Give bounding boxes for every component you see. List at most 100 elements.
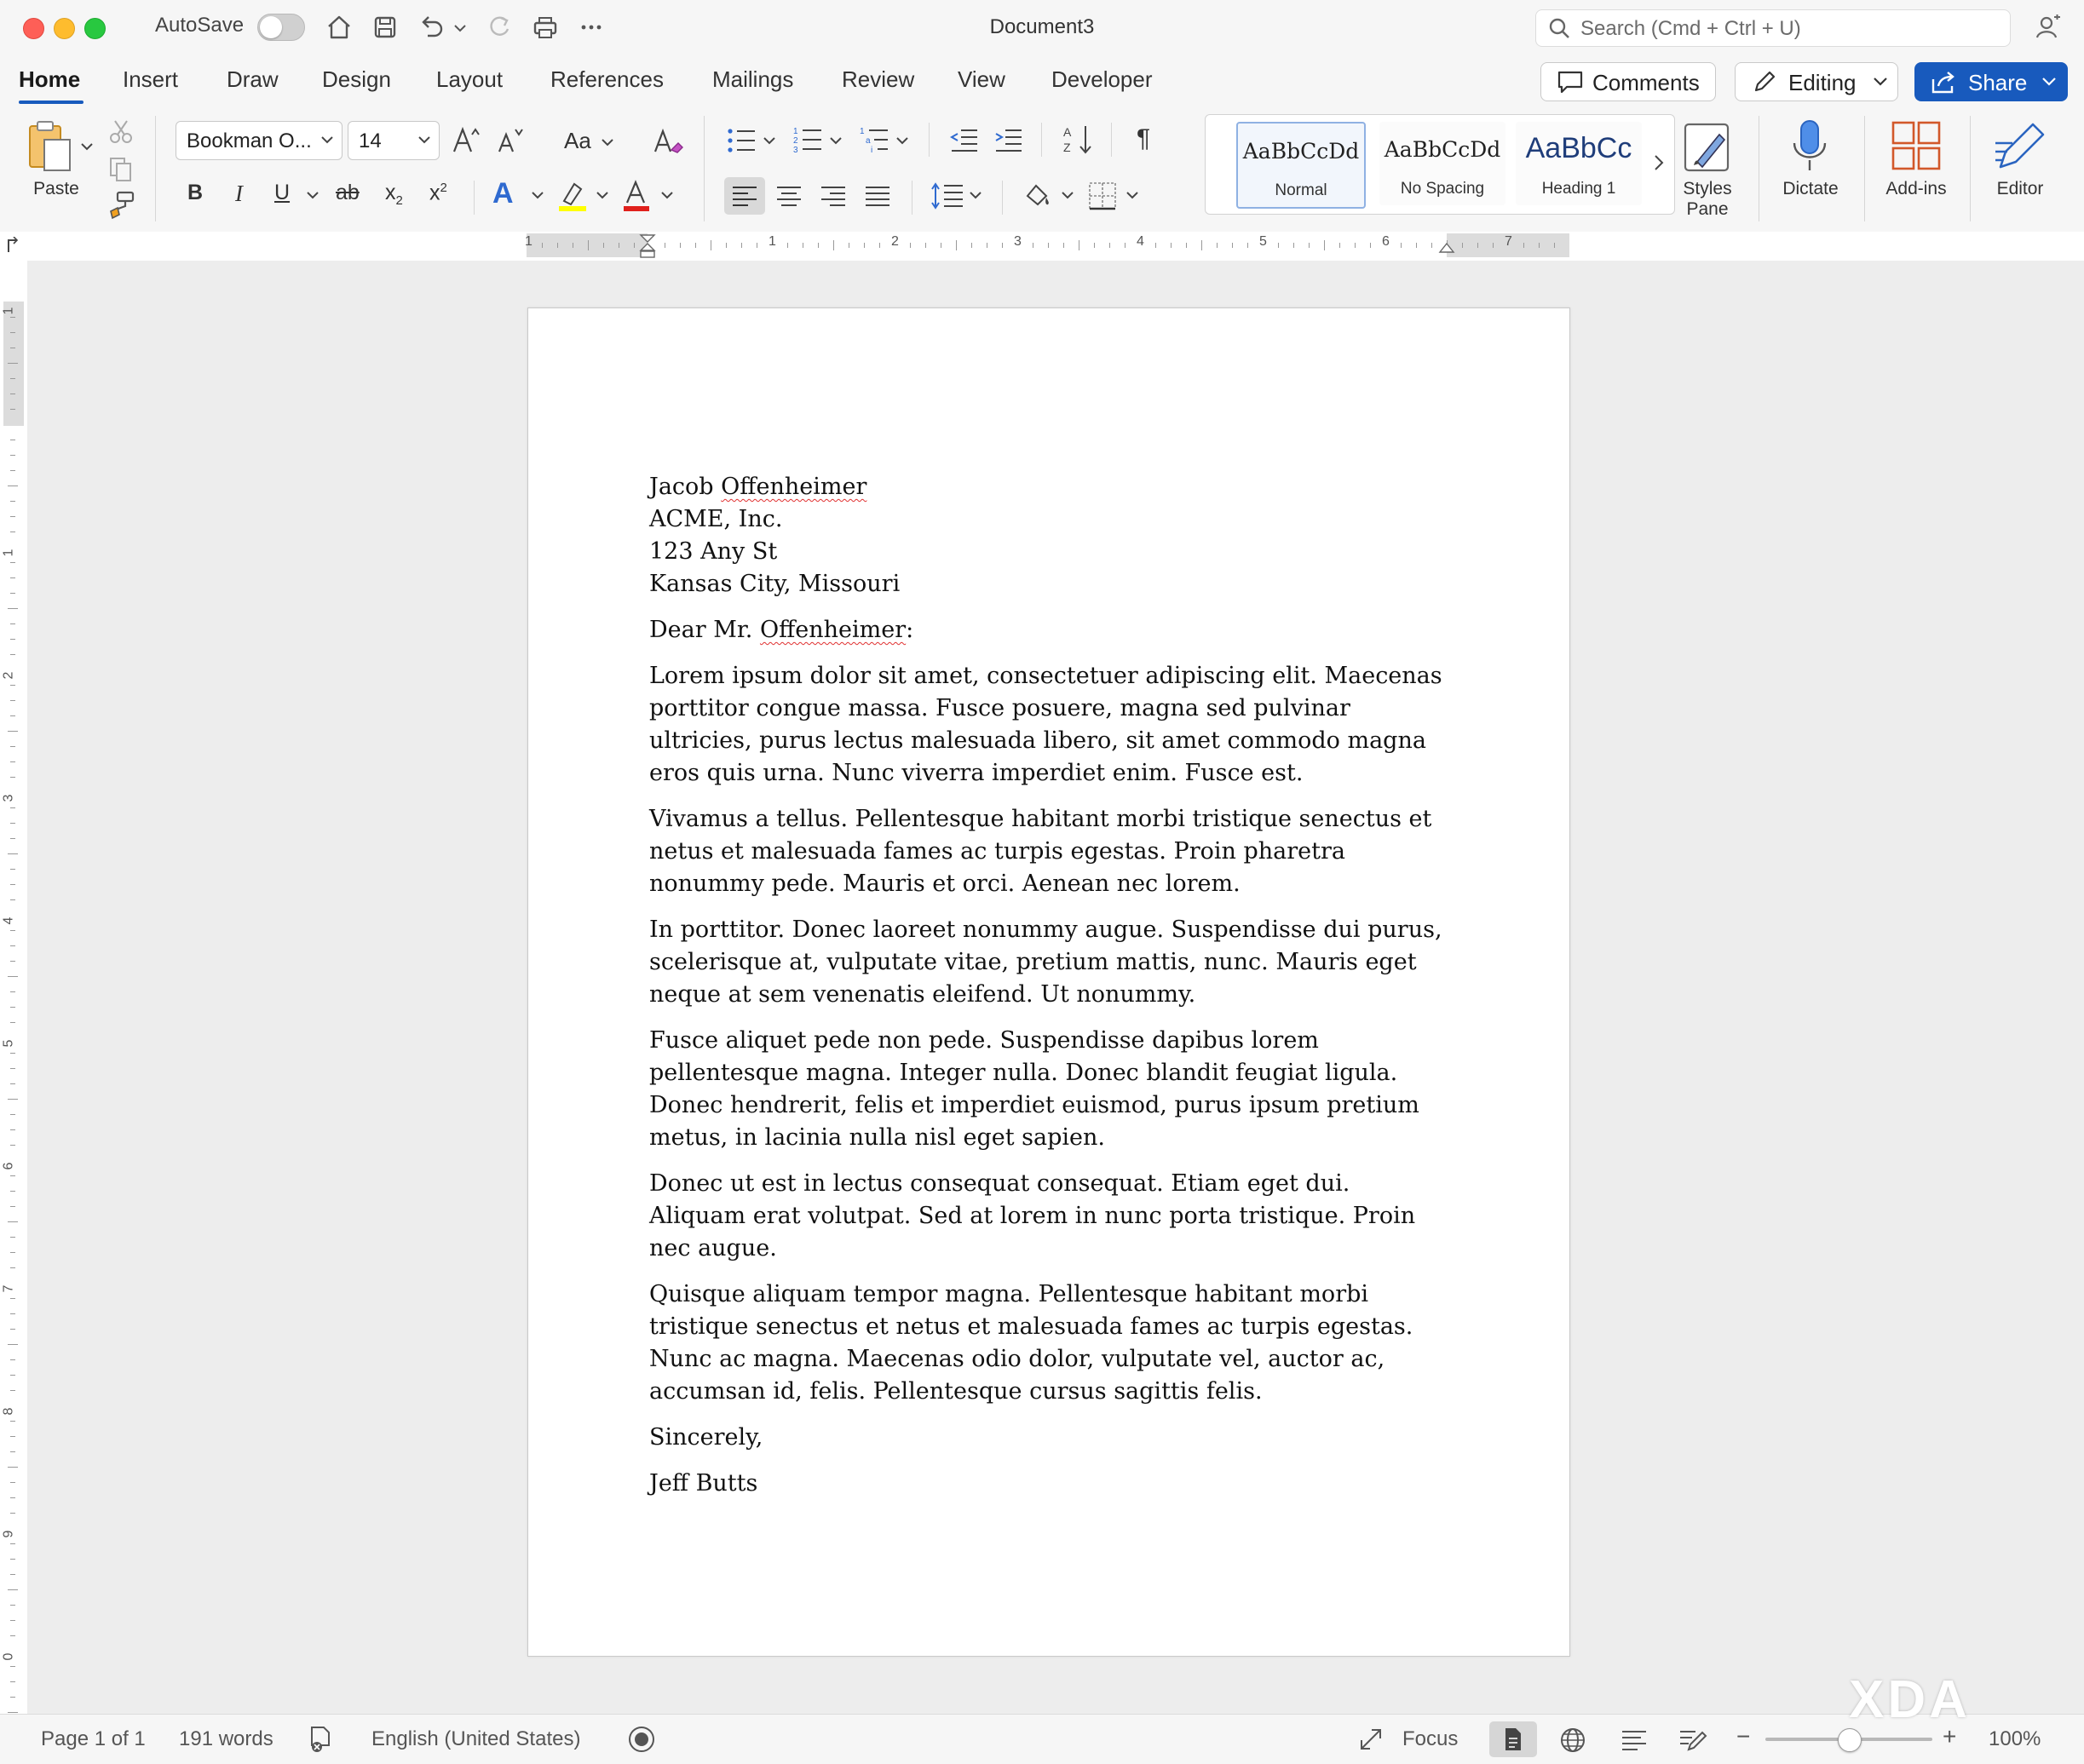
paste-icon[interactable] — [26, 118, 78, 177]
shading-icon[interactable] — [1021, 179, 1055, 213]
word-count[interactable]: 191 words — [179, 1727, 273, 1751]
horizontal-ruler[interactable]: 1 1 2 3 4 5 6 7 — [525, 233, 1569, 259]
grow-font-icon[interactable] — [450, 124, 482, 157]
chevron-down-icon[interactable] — [600, 135, 615, 150]
increase-indent-icon[interactable] — [993, 126, 1024, 153]
web-layout-icon[interactable] — [1559, 1727, 1586, 1754]
chevron-down-icon[interactable] — [828, 133, 843, 148]
align-right-icon[interactable] — [820, 185, 847, 207]
chevron-down-icon[interactable] — [968, 187, 983, 203]
font-name-dropdown[interactable]: Bookman O... — [176, 121, 343, 160]
style-normal[interactable]: AaBbCcDd Normal — [1236, 122, 1366, 209]
cut-icon[interactable] — [107, 118, 135, 145]
autosave-toggle[interactable] — [257, 14, 305, 41]
indent-marker-icon[interactable] — [639, 233, 656, 259]
language-indicator[interactable]: English (United States) — [371, 1727, 580, 1751]
numbering-icon[interactable]: 123 — [792, 124, 825, 155]
style-heading-1[interactable]: AaBbCc Heading 1 — [1516, 122, 1642, 205]
zoom-out-button[interactable]: − — [1736, 1723, 1750, 1750]
chevron-down-icon[interactable] — [895, 133, 910, 148]
bullets-icon[interactable] — [726, 126, 758, 155]
tab-developer[interactable]: Developer — [1051, 66, 1153, 93]
paste-dropdown-chevron-icon[interactable] — [78, 138, 95, 155]
align-center-icon[interactable] — [775, 185, 803, 207]
editing-mode-button[interactable]: Editing — [1735, 62, 1898, 101]
chevron-down-icon[interactable] — [305, 187, 320, 203]
redo-icon[interactable] — [482, 10, 516, 44]
decrease-indent-icon[interactable] — [949, 126, 980, 153]
search-input[interactable]: Search (Cmd + Ctrl + U) — [1535, 9, 2011, 47]
draft-view-icon[interactable] — [1678, 1727, 1707, 1752]
borders-icon[interactable] — [1087, 181, 1118, 211]
superscript-button[interactable]: x2 — [429, 181, 447, 205]
change-case-button[interactable]: Aa — [564, 128, 591, 154]
styles-pane-icon[interactable] — [1680, 119, 1735, 175]
line-spacing-icon[interactable] — [930, 181, 964, 211]
tab-home[interactable]: Home — [19, 66, 80, 93]
shrink-font-icon[interactable] — [494, 124, 527, 157]
strikethrough-button[interactable]: ab — [336, 181, 360, 205]
tab-design[interactable]: Design — [322, 66, 391, 93]
font-size-dropdown[interactable]: 14 — [348, 121, 440, 160]
format-painter-icon[interactable] — [106, 189, 136, 220]
close-window-button[interactable] — [23, 18, 44, 39]
subscript-button[interactable]: x2 — [385, 181, 403, 208]
misspelled-word[interactable]: Offenheimer — [721, 474, 866, 500]
misspelled-word[interactable]: Offenheimer — [760, 617, 906, 643]
print-icon[interactable] — [528, 10, 562, 44]
zoom-level[interactable]: 100% — [1989, 1727, 2041, 1751]
tab-insert[interactable]: Insert — [123, 66, 178, 93]
home-icon[interactable] — [322, 10, 356, 44]
tab-references[interactable]: References — [550, 66, 664, 93]
justify-icon[interactable] — [864, 185, 891, 207]
chevron-down-icon[interactable] — [762, 133, 777, 148]
underline-button[interactable]: U — [274, 181, 290, 205]
sort-icon[interactable]: AZ — [1062, 123, 1096, 157]
comments-button[interactable]: Comments — [1540, 62, 1716, 101]
tab-draw[interactable]: Draw — [227, 66, 279, 93]
document-page[interactable]: Jacob Offenheimer ACME, Inc. 123 Any St … — [527, 307, 1570, 1657]
right-indent-marker-icon[interactable] — [1438, 242, 1455, 257]
letter-body[interactable]: Jacob Offenheimer ACME, Inc. 123 Any St … — [649, 471, 1450, 1514]
tab-layout[interactable]: Layout — [436, 66, 503, 93]
add-ins-icon[interactable] — [1890, 119, 1943, 172]
style-no-spacing[interactable]: AaBbCcDd No Spacing — [1379, 122, 1505, 205]
outline-view-icon[interactable] — [1621, 1728, 1648, 1752]
align-left-button[interactable] — [724, 177, 765, 215]
multilevel-list-icon[interactable]: 1ai — [859, 124, 891, 155]
clear-formatting-icon[interactable] — [651, 124, 685, 158]
more-options-icon[interactable] — [574, 10, 608, 44]
tab-view[interactable]: View — [958, 66, 1005, 93]
undo-icon[interactable] — [414, 10, 448, 44]
microphone-icon[interactable] — [1789, 118, 1830, 177]
share-button[interactable]: Share — [1914, 62, 2068, 101]
zoom-slider-track[interactable] — [1765, 1728, 1932, 1752]
chevron-down-icon[interactable] — [2041, 76, 2058, 88]
chevron-down-icon[interactable] — [1060, 187, 1075, 203]
proofing-icon[interactable] — [307, 1725, 334, 1754]
focus-label[interactable]: Focus — [1402, 1727, 1458, 1751]
save-icon[interactable] — [368, 10, 402, 44]
highlight-icon[interactable] — [556, 179, 590, 213]
macro-record-icon[interactable] — [627, 1725, 656, 1754]
minimize-window-button[interactable] — [54, 18, 75, 39]
chevron-down-icon[interactable] — [1125, 187, 1140, 203]
show-formatting-marks-button[interactable]: ¶ — [1137, 124, 1150, 153]
bold-button[interactable]: B — [187, 181, 203, 205]
copy-icon[interactable] — [107, 155, 135, 182]
account-icon[interactable] — [2033, 12, 2064, 43]
page-count[interactable]: Page 1 of 1 — [41, 1727, 146, 1751]
font-color-icon[interactable] — [620, 179, 654, 213]
zoom-window-button[interactable] — [84, 18, 106, 39]
tab-mailings[interactable]: Mailings — [712, 66, 793, 93]
zoom-slider-thumb[interactable] — [1838, 1728, 1862, 1752]
undo-dropdown-chevron-icon[interactable] — [450, 10, 470, 44]
gallery-next-chevron-icon[interactable] — [1652, 152, 1666, 173]
print-layout-button[interactable] — [1489, 1721, 1537, 1757]
tab-review[interactable]: Review — [842, 66, 914, 93]
italic-button[interactable]: I — [235, 181, 243, 207]
tab-selector-icon[interactable] — [5, 237, 20, 254]
chevron-down-icon[interactable] — [530, 187, 545, 203]
focus-icon[interactable] — [1358, 1727, 1384, 1752]
chevron-down-icon[interactable] — [595, 187, 610, 203]
